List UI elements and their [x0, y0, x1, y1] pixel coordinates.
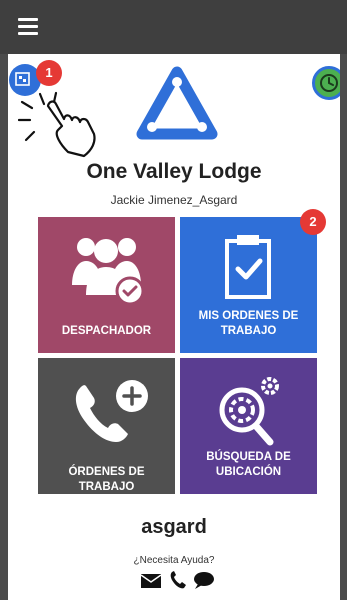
phone-icon	[170, 571, 186, 589]
tile-label: ÓRDENES DE TRABAJO	[68, 466, 145, 493]
dispatch-tile[interactable]: DESPACHADOR	[38, 217, 175, 353]
tile-label: DESPACHADOR	[61, 325, 152, 337]
tile-label: BÚSQUEDA DE UBICACIÓN	[206, 451, 291, 478]
clock-icon	[320, 74, 338, 92]
location-search-tile[interactable]: BÚSQUEDA DE UBICACIÓN	[180, 358, 317, 494]
tile-label: MIS ORDENES DE TRABAJO	[198, 310, 299, 337]
app-header	[0, 0, 347, 54]
my-work-orders-tile[interactable]: MIS ORDENES DE TRABAJO	[180, 217, 317, 353]
help-text: ¿Necesita Ayuda?	[133, 555, 215, 566]
my-orders-badge: 2	[300, 209, 326, 235]
gear-search-icon	[219, 377, 279, 446]
phone-plus-icon	[75, 380, 148, 442]
contact-options	[140, 570, 220, 594]
group-check-icon	[72, 238, 145, 306]
home-screen: 1 One Valley Lodge Jackie Jimenez_Asgard	[8, 54, 340, 600]
work-orders-tile[interactable]: ÓRDENES DE TRABAJO	[38, 358, 175, 494]
call-button[interactable]	[168, 570, 188, 595]
qr-scanner-icon	[15, 72, 30, 86]
brand-name: asgard	[141, 516, 207, 538]
clock-button[interactable]	[312, 66, 340, 100]
scanner-badge: 1	[36, 60, 62, 86]
chat-button[interactable]	[192, 570, 216, 595]
tap-hand-icon	[18, 91, 96, 158]
chat-bubble-icon	[194, 572, 214, 589]
envelope-icon	[140, 574, 162, 588]
user-name: Jackie Jimenez_Asgard	[110, 193, 238, 207]
hamburger-menu-icon[interactable]	[18, 18, 38, 36]
organization-name: One Valley Lodge	[86, 160, 262, 183]
clipboard-check-icon	[225, 235, 271, 299]
triangle-network-logo	[136, 66, 218, 140]
email-button[interactable]	[140, 570, 162, 595]
